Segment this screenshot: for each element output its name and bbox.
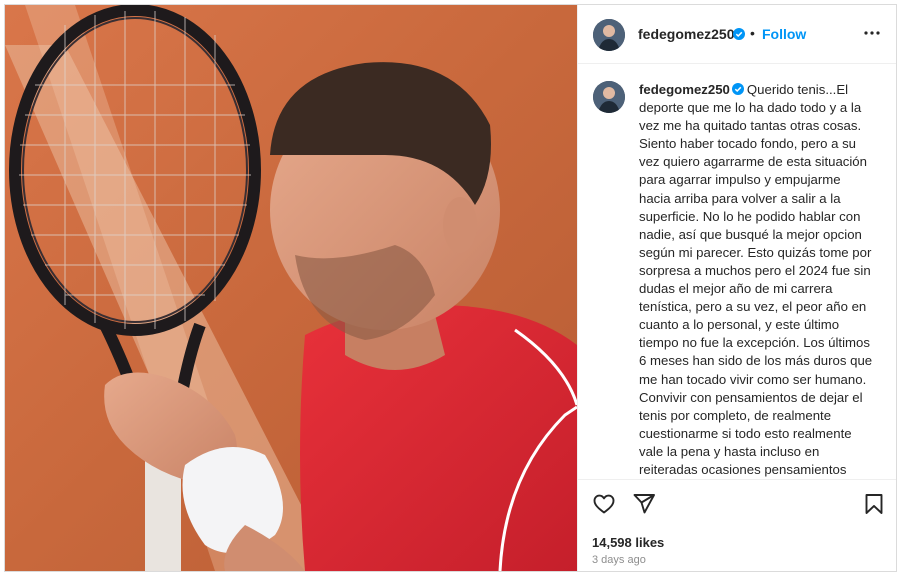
follow-button[interactable]: Follow [762, 26, 806, 42]
separator-dot: • [750, 25, 755, 41]
post-modal: fedegomez250 • Follow fedegomez250 Queri… [4, 4, 897, 572]
username-link[interactable]: fedegomez250 [638, 26, 734, 42]
bookmark-icon[interactable] [862, 492, 886, 516]
caption-section: fedegomez250 Querido tenis...El deporte q… [578, 65, 896, 479]
likes-count[interactable]: 14,598 likes [592, 535, 664, 550]
tennis-player-photo [5, 5, 577, 571]
caption-avatar[interactable] [593, 81, 625, 113]
caption-username[interactable]: fedegomez250 [639, 82, 730, 97]
post-header: fedegomez250 • Follow [578, 5, 896, 64]
avatar-image [593, 19, 625, 51]
share-icon[interactable] [632, 492, 656, 516]
verified-badge-icon [733, 28, 745, 40]
avatar[interactable] [593, 19, 625, 51]
more-options-icon[interactable] [862, 23, 882, 43]
caption-body: Querido tenis...El deporte que me lo ha … [639, 82, 873, 477]
actions-bar: 14,598 likes 3 days ago [578, 479, 896, 571]
caption-text: fedegomez250 Querido tenis...El deporte q… [639, 81, 873, 479]
post-timestamp[interactable]: 3 days ago [592, 554, 646, 566]
post-details-panel: fedegomez250 • Follow fedegomez250 Queri… [577, 5, 896, 571]
verified-badge-icon [731, 83, 744, 95]
avatar-image [593, 81, 625, 113]
heart-icon[interactable] [592, 492, 616, 516]
post-image[interactable] [5, 5, 577, 571]
